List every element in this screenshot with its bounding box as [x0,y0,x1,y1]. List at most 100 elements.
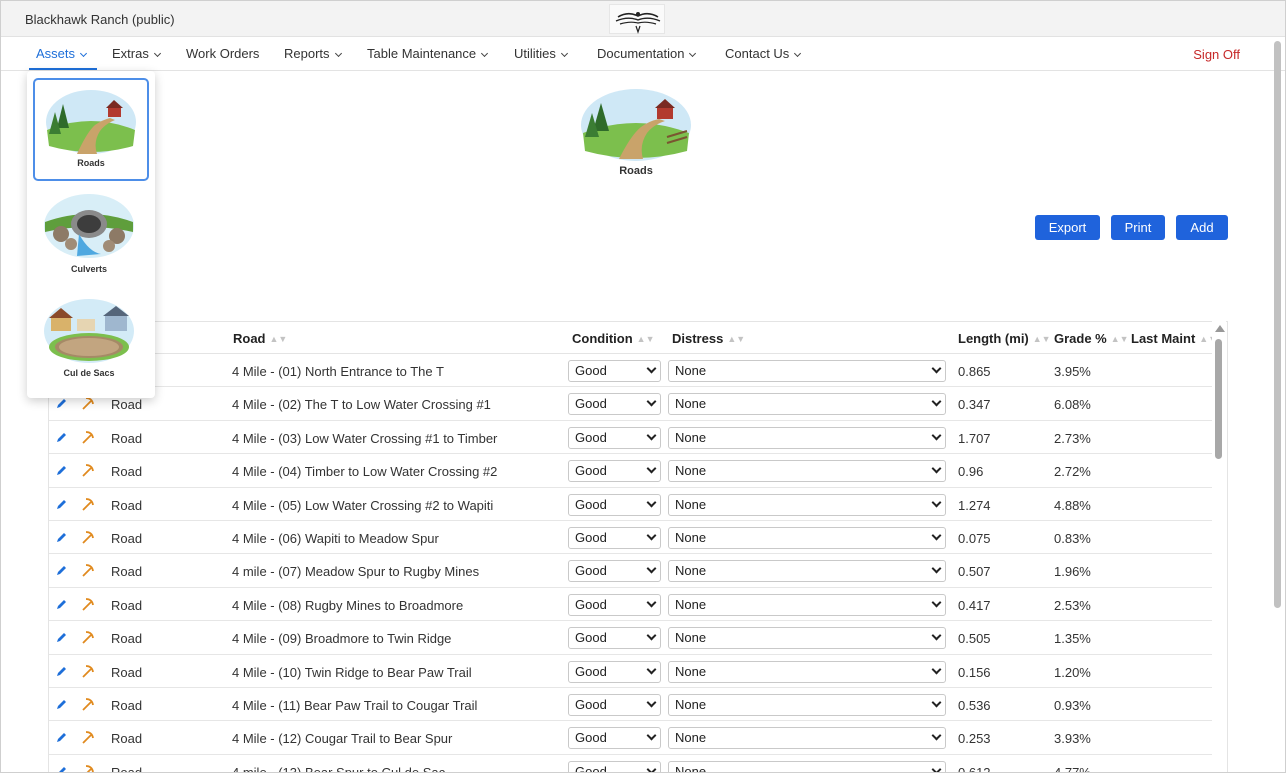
nav-utilities[interactable]: Utilities [514,46,568,61]
ranch-logo[interactable] [609,4,665,34]
nav-table-maintenance[interactable]: Table Maintenance [367,46,489,61]
edit-pencil-icon[interactable] [55,630,69,644]
maintenance-pickaxe-icon[interactable] [81,497,95,511]
condition-select[interactable]: Good [568,694,661,716]
column-header-road[interactable]: Road ▲▼ [233,331,287,346]
chevron-down-icon [79,49,88,58]
menu-item-culverts[interactable]: Culverts [33,184,149,287]
distress-select[interactable]: None [668,694,946,716]
edit-pencil-icon[interactable] [55,697,69,711]
maintenance-pickaxe-icon[interactable] [81,530,95,544]
distress-select[interactable]: None [668,727,946,750]
condition-select[interactable]: Good [568,426,661,449]
condition-select[interactable]: Good [568,593,661,616]
edit-pencil-icon[interactable] [55,396,69,410]
condition-select[interactable]: Good [568,393,661,416]
export-button[interactable]: Export [1035,215,1100,240]
length-value: 0.507 [958,564,991,580]
edit-pencil-icon[interactable] [55,563,69,577]
distress-select[interactable]: None [668,426,946,449]
edit-pencil-icon[interactable] [55,764,69,772]
asset-type: Road [111,764,143,773]
nav-contact-us[interactable]: Contact Us [725,46,802,61]
distress-select[interactable]: None [668,493,946,516]
maintenance-pickaxe-icon[interactable] [81,697,95,711]
table-row: Road 4 mile - (07) Meadow Spur to Rugby M… [49,554,1213,588]
condition-select[interactable]: Good [568,527,661,549]
length-value: 0.075 [958,531,991,546]
chevron-down-icon [646,630,657,641]
distress-value: None [675,563,707,579]
edit-pencil-icon[interactable] [55,497,69,511]
maintenance-pickaxe-icon[interactable] [81,430,95,444]
chevron-down-icon [931,563,942,574]
table-scrollbar[interactable] [1212,321,1226,772]
column-header-distress[interactable]: Distress ▲▼ [672,331,745,346]
condition-select[interactable]: Good [568,460,661,483]
edit-pencil-icon[interactable] [55,463,69,477]
column-header-length[interactable]: Length (mi) ▲▼ [958,331,1051,346]
edit-pencil-icon[interactable] [55,664,69,678]
maintenance-pickaxe-icon[interactable] [81,597,95,611]
condition-select[interactable]: Good [568,560,661,583]
distress-select[interactable]: None [668,760,946,772]
column-header-last-maint[interactable]: Last Maint ▲▼ [1131,331,1217,346]
chevron-down-icon [646,497,657,508]
condition-select[interactable]: Good [568,493,661,516]
condition-select[interactable]: Good [568,760,661,772]
distress-select[interactable]: None [668,560,946,583]
distress-select[interactable]: None [668,460,946,483]
distress-select[interactable]: None [668,627,946,650]
chevron-down-icon [646,597,657,608]
menu-item-cul-de-sacs[interactable]: Cul de Sacs [33,289,149,392]
road-name: 4 Mile - (04) Timber to Low Water Crossi… [232,464,498,480]
maintenance-pickaxe-icon[interactable] [81,664,95,678]
add-button[interactable]: Add [1176,215,1228,240]
chevron-down-icon [646,530,657,541]
distress-select[interactable]: None [668,393,946,416]
page-scroll-thumb[interactable] [1274,41,1281,608]
maintenance-pickaxe-icon[interactable] [81,463,95,477]
nav-work-orders-label: Work Orders [186,46,260,61]
maintenance-pickaxe-icon[interactable] [81,396,95,411]
scroll-up-arrow-icon[interactable] [1215,325,1225,332]
nav-assets[interactable]: Assets [36,46,88,61]
condition-value: Good [575,363,607,378]
chevron-down-icon [646,664,657,675]
condition-select[interactable]: Good [568,727,661,750]
column-header-grade[interactable]: Grade % ▲▼ [1054,331,1129,346]
condition-select[interactable]: Good [568,360,661,382]
table-row: Road4 Mile - (01) North Entrance to The … [49,354,1213,388]
condition-select[interactable]: Good [568,660,661,683]
nav-reports[interactable]: Reports [284,46,342,61]
road-name: 4 Mile - (10) Twin Ridge to Bear Paw Tra… [232,664,472,680]
edit-pencil-icon[interactable] [55,730,69,744]
print-button[interactable]: Print [1111,215,1165,240]
column-header-condition[interactable]: Condition ▲▼ [572,331,654,346]
chevron-down-icon [931,396,942,407]
distress-select[interactable]: None [668,593,946,616]
nav-documentation[interactable]: Documentation [597,46,697,61]
road-name: 4 Mile - (03) Low Water Crossing #1 to T… [232,430,498,446]
chevron-down-icon [481,49,489,58]
menu-item-roads[interactable]: Roads [33,78,149,181]
distress-select[interactable]: None [668,360,946,382]
sort-icon: ▲▼ [1110,334,1129,344]
distress-select[interactable]: None [668,660,946,683]
nav-extras[interactable]: Extras [112,46,161,61]
edit-pencil-icon[interactable] [55,597,69,611]
maintenance-pickaxe-icon[interactable] [81,730,95,745]
edit-pencil-icon[interactable] [55,530,69,544]
edit-pencil-icon[interactable] [55,430,69,444]
nav-documentation-label: Documentation [597,46,685,61]
nav-work-orders[interactable]: Work Orders [186,46,259,61]
road-name: 4 Mile - (06) Wapiti to Meadow Spur [232,531,439,546]
sign-off-link[interactable]: Sign Off [1193,47,1240,62]
distress-select[interactable]: None [668,527,946,549]
maintenance-pickaxe-icon[interactable] [81,563,95,578]
maintenance-pickaxe-icon[interactable] [81,764,95,772]
table-scroll-thumb[interactable] [1215,339,1222,459]
distress-value: None [675,596,707,612]
condition-select[interactable]: Good [568,627,661,650]
maintenance-pickaxe-icon[interactable] [81,630,95,644]
